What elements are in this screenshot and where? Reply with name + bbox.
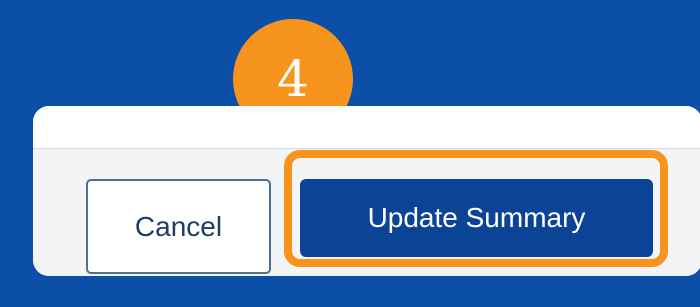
update-summary-button[interactable]: Update Summary [300,179,653,257]
cancel-button[interactable]: Cancel [86,179,271,274]
footer-top-strip [33,106,700,148]
